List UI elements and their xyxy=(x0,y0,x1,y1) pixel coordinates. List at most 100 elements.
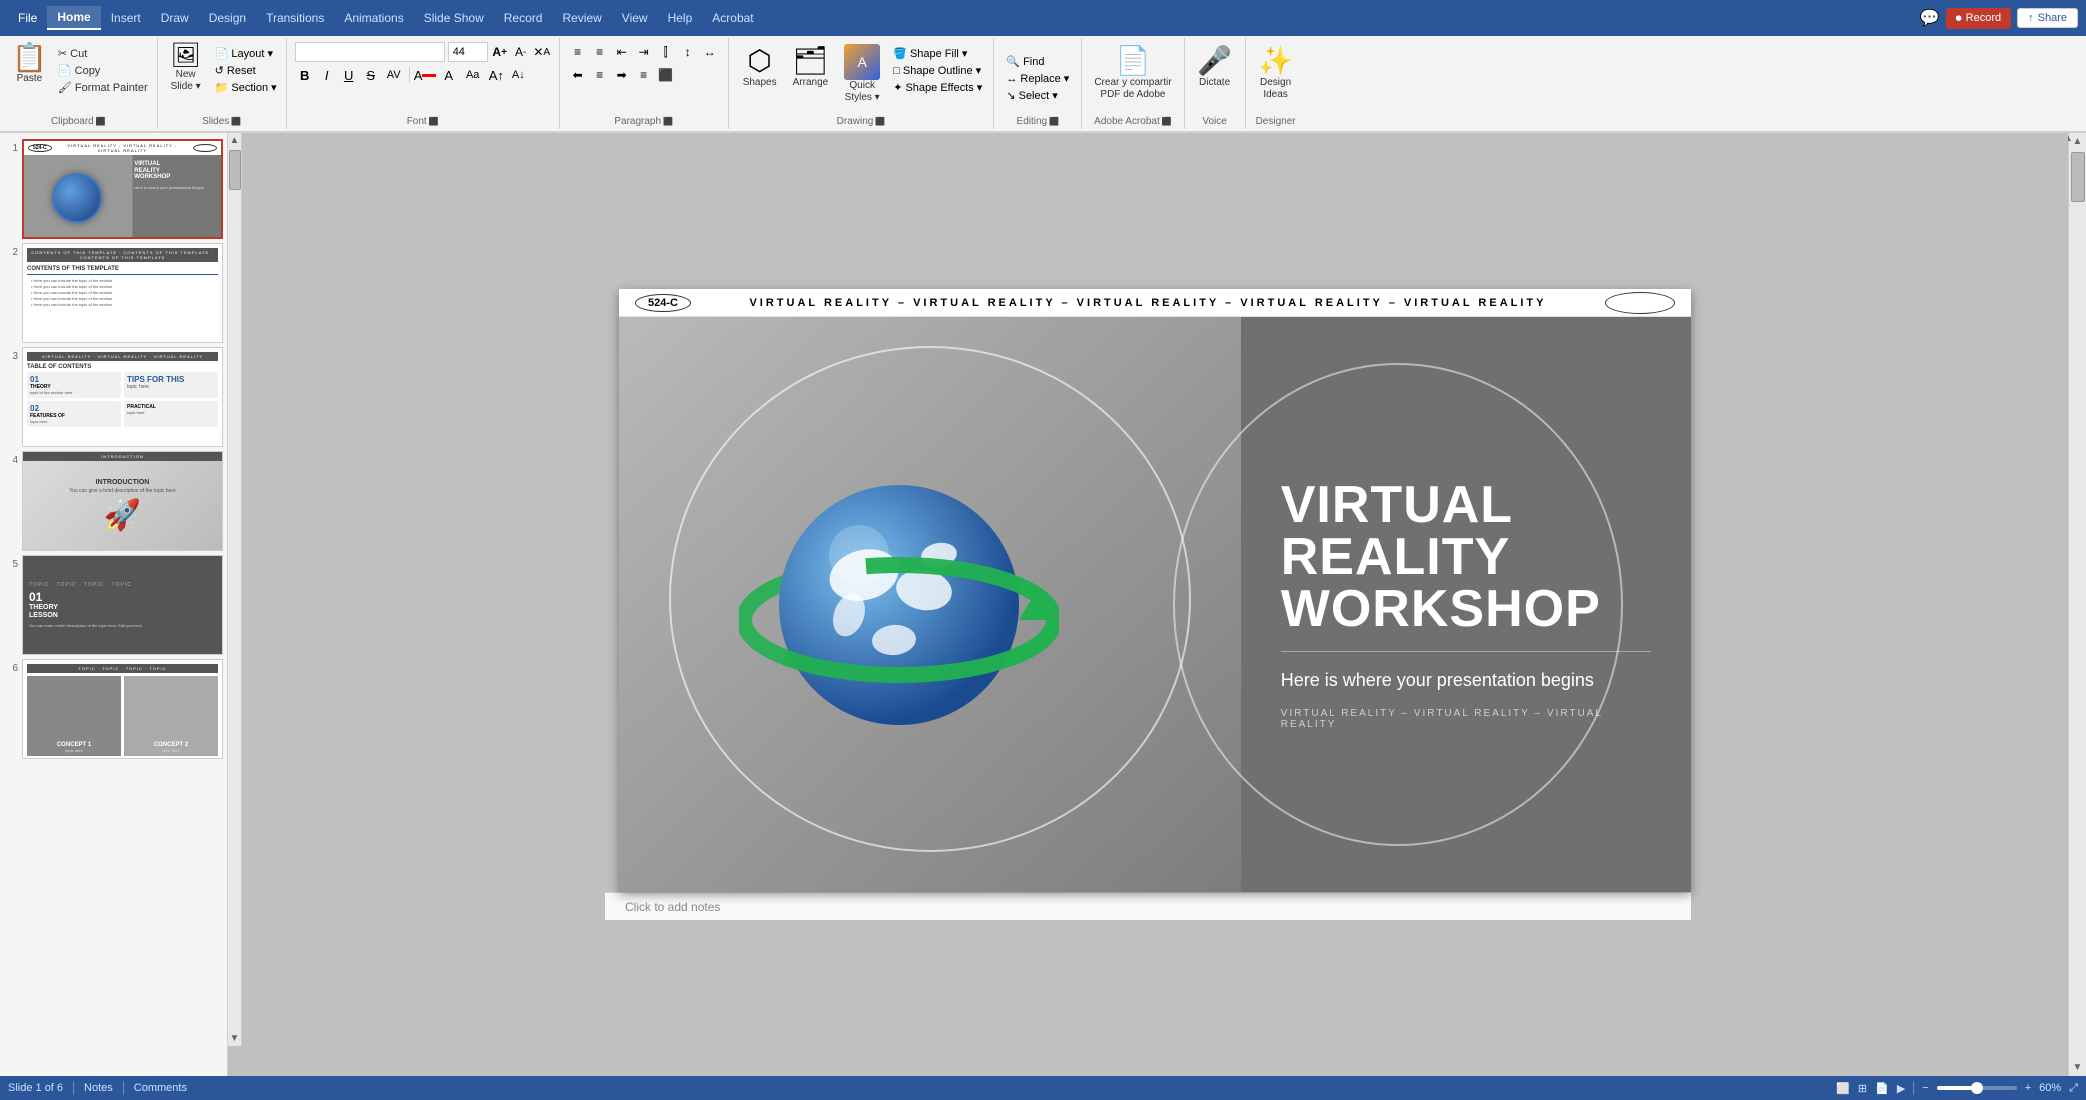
layout-button[interactable]: 📄 Layout ▾ xyxy=(212,46,280,61)
line-spacing-button[interactable]: ↕ xyxy=(678,42,698,62)
slide-thumbnail-2[interactable]: 2 CONTENTS OF THIS TEMPLATE · CONTENTS O… xyxy=(4,243,223,343)
voice-group: 🎤 Dictate Voice xyxy=(1185,38,1246,129)
help-menu-tab[interactable]: Help xyxy=(658,7,703,29)
slide-thumbnail-6[interactable]: 6 TOPIC · TOPIC · TOPIC · TOPIC CONCEPT … xyxy=(4,659,223,759)
strikethrough-button[interactable]: S xyxy=(361,65,381,85)
find-button[interactable]: 🔍 Find xyxy=(1002,54,1073,69)
font-name-input[interactable] xyxy=(295,42,445,62)
clipboard-group: 📋 Paste ✂ Cut 📄 Copy 🖌 Format Painter Cl… xyxy=(0,38,158,129)
comments-status[interactable]: Comments xyxy=(134,1082,187,1094)
slide-thumbnail-3[interactable]: 3 VIRTUAL REALITY · VIRTUAL REALITY · VI… xyxy=(4,347,223,447)
view-reading-button[interactable]: 📄 xyxy=(1875,1082,1889,1095)
indent-more-button[interactable]: ⇥ xyxy=(634,42,654,62)
clipboard-label: Clipboard ⬛ xyxy=(51,116,106,129)
designer-group-label: Designer xyxy=(1256,116,1296,129)
canvas-area: ▲ ▼ 524-C VIRTUAL REALITY – VIRTUAL REAL… xyxy=(228,133,2068,1076)
columns-button[interactable]: ⫿ xyxy=(656,42,676,62)
font-size-input[interactable]: 44 xyxy=(448,42,488,62)
zoom-in-button[interactable]: + xyxy=(2025,1082,2031,1094)
notes-status[interactable]: Notes xyxy=(84,1082,113,1094)
shape-effects-button[interactable]: ✦ Shape Effects ▾ xyxy=(890,80,985,95)
arrange-button[interactable]: 🗂 Arrange xyxy=(787,42,835,90)
font-color-button[interactable]: A xyxy=(414,65,436,85)
zoom-slider[interactable] xyxy=(1937,1086,2017,1090)
draw-menu-tab[interactable]: Draw xyxy=(151,7,199,29)
dictate-button[interactable]: 🎤 Dictate xyxy=(1193,42,1237,90)
drawing-group-label: Drawing ⬛ xyxy=(837,116,886,129)
quick-styles-button[interactable]: A QuickStyles ▾ xyxy=(838,42,886,106)
change-case-button[interactable]: Aa xyxy=(462,65,484,85)
text-highlight-button[interactable]: A xyxy=(438,65,460,85)
char-spacing-button[interactable]: AV xyxy=(383,65,405,85)
fit-screen-button[interactable]: ⤢ xyxy=(2069,1082,2078,1095)
right-scrollbar-down[interactable]: ▼ xyxy=(2070,1059,2086,1076)
slides-group: 🖼 NewSlide ▾ 📄 Layout ▾ ↺ Reset 📁 Sectio… xyxy=(158,38,287,129)
canvas-vertical-scrollbar[interactable]: ▲ ▼ xyxy=(228,133,242,1046)
drawing-group: ⬡ Shapes 🗂 Arrange A QuickStyles ▾ xyxy=(729,38,995,129)
acrobat-menu-tab[interactable]: Acrobat xyxy=(702,7,763,29)
align-center-button[interactable]: ≡ xyxy=(590,65,610,85)
increase-font-button[interactable]: A+ xyxy=(491,43,509,61)
slide-number-2: 2 xyxy=(4,247,18,258)
slide-thumbnail-5[interactable]: 5 TOPIC · TOPIC · TOPIC · TOPIC 01 THEOR… xyxy=(4,555,223,655)
format-painter-button[interactable]: 🖌 Format Painter xyxy=(55,80,151,95)
view-slideshow-button[interactable]: ▶ xyxy=(1897,1082,1905,1095)
new-slide-button[interactable]: 🖼 NewSlide ▾ xyxy=(164,42,208,95)
copy-button[interactable]: 📄 Copy xyxy=(55,63,151,78)
editing-group-label: Editing ⬛ xyxy=(1017,116,1060,129)
smart-art-button[interactable]: ⬛ xyxy=(656,65,676,85)
view-menu-tab[interactable]: View xyxy=(612,7,658,29)
decrease-font-button[interactable]: A- xyxy=(512,43,530,61)
numbering-button[interactable]: ≡ xyxy=(590,42,610,62)
paste-button[interactable]: 📋 Paste xyxy=(6,42,53,86)
cut-button[interactable]: ✂ Cut xyxy=(55,46,151,61)
underline-button[interactable]: U xyxy=(339,65,359,85)
slides-group-label: Slides ⬛ xyxy=(202,116,241,129)
message-icon[interactable]: 💬 xyxy=(1920,8,1940,28)
shape-fill-button[interactable]: 🪣 Shape Fill ▾ xyxy=(890,46,985,61)
insert-menu-tab[interactable]: Insert xyxy=(101,7,151,29)
slide-thumbnail-4[interactable]: 4 INTRODUCTION INTRODUCTION You can give… xyxy=(4,451,223,551)
record-button[interactable]: ⏺ Record xyxy=(1946,8,2011,29)
clear-format-button[interactable]: ✕A xyxy=(533,43,551,61)
view-normal-button[interactable]: ⬜ xyxy=(1836,1082,1850,1095)
shape-outline-button[interactable]: □ Shape Outline ▾ xyxy=(890,63,985,78)
design-ideas-button[interactable]: ✨ DesignIdeas xyxy=(1254,42,1298,103)
slide-number-6: 6 xyxy=(4,663,18,674)
bullets-button[interactable]: ≡ xyxy=(568,42,588,62)
notes-bar[interactable]: Click to add notes xyxy=(605,892,1691,920)
font-size-decrease2[interactable]: A↓ xyxy=(509,69,528,81)
text-direction-button[interactable]: ↔ xyxy=(700,42,720,62)
record-menu-tab[interactable]: Record xyxy=(494,7,553,29)
file-menu-tab[interactable]: File xyxy=(8,7,47,29)
animations-menu-tab[interactable]: Animations xyxy=(334,7,413,29)
slide-number-5: 5 xyxy=(4,559,18,570)
slide-right-panel: VIRTUALREALITYWORKSHOP Here is where you… xyxy=(1241,317,1691,892)
transitions-menu-tab[interactable]: Transitions xyxy=(256,7,334,29)
home-menu-tab[interactable]: Home xyxy=(47,6,100,30)
align-left-button[interactable]: ⬅ xyxy=(568,65,588,85)
slideshow-menu-tab[interactable]: Slide Show xyxy=(414,7,494,29)
bold-button[interactable]: B xyxy=(295,65,315,85)
zoom-level[interactable]: 60% xyxy=(2039,1082,2061,1094)
adobe-button[interactable]: 📄 Crear y compartirPDF de Adobe xyxy=(1090,42,1175,103)
font-size-increase2[interactable]: A↑ xyxy=(486,68,507,83)
adobe-group-label: Adobe Acrobat ⬛ xyxy=(1094,116,1172,129)
review-menu-tab[interactable]: Review xyxy=(552,7,611,29)
indent-less-button[interactable]: ⇤ xyxy=(612,42,632,62)
right-scrollbar-thumb[interactable] xyxy=(2071,152,2085,202)
justify-button[interactable]: ≡ xyxy=(634,65,654,85)
shapes-button[interactable]: ⬡ Shapes xyxy=(737,42,783,90)
section-button[interactable]: 📁 Section ▾ xyxy=(212,80,280,95)
slide-canvas[interactable]: 524-C VIRTUAL REALITY – VIRTUAL REALITY … xyxy=(619,289,1691,892)
reset-button[interactable]: ↺ Reset xyxy=(212,63,280,78)
align-right-button[interactable]: ➡ xyxy=(612,65,632,85)
zoom-out-button[interactable]: − xyxy=(1922,1082,1928,1094)
select-button[interactable]: ↘ Select ▾ xyxy=(1002,88,1073,103)
replace-button[interactable]: ↔ Replace ▾ xyxy=(1002,71,1073,86)
share-button[interactable]: ↑ Share xyxy=(2017,8,2078,28)
design-menu-tab[interactable]: Design xyxy=(199,7,256,29)
view-sorter-button[interactable]: ⊞ xyxy=(1858,1082,1867,1095)
slide-thumbnail-1[interactable]: 1 524-C VIRTUAL REALITY - VIRTUAL REALIT… xyxy=(4,139,223,239)
italic-button[interactable]: I xyxy=(317,65,337,85)
